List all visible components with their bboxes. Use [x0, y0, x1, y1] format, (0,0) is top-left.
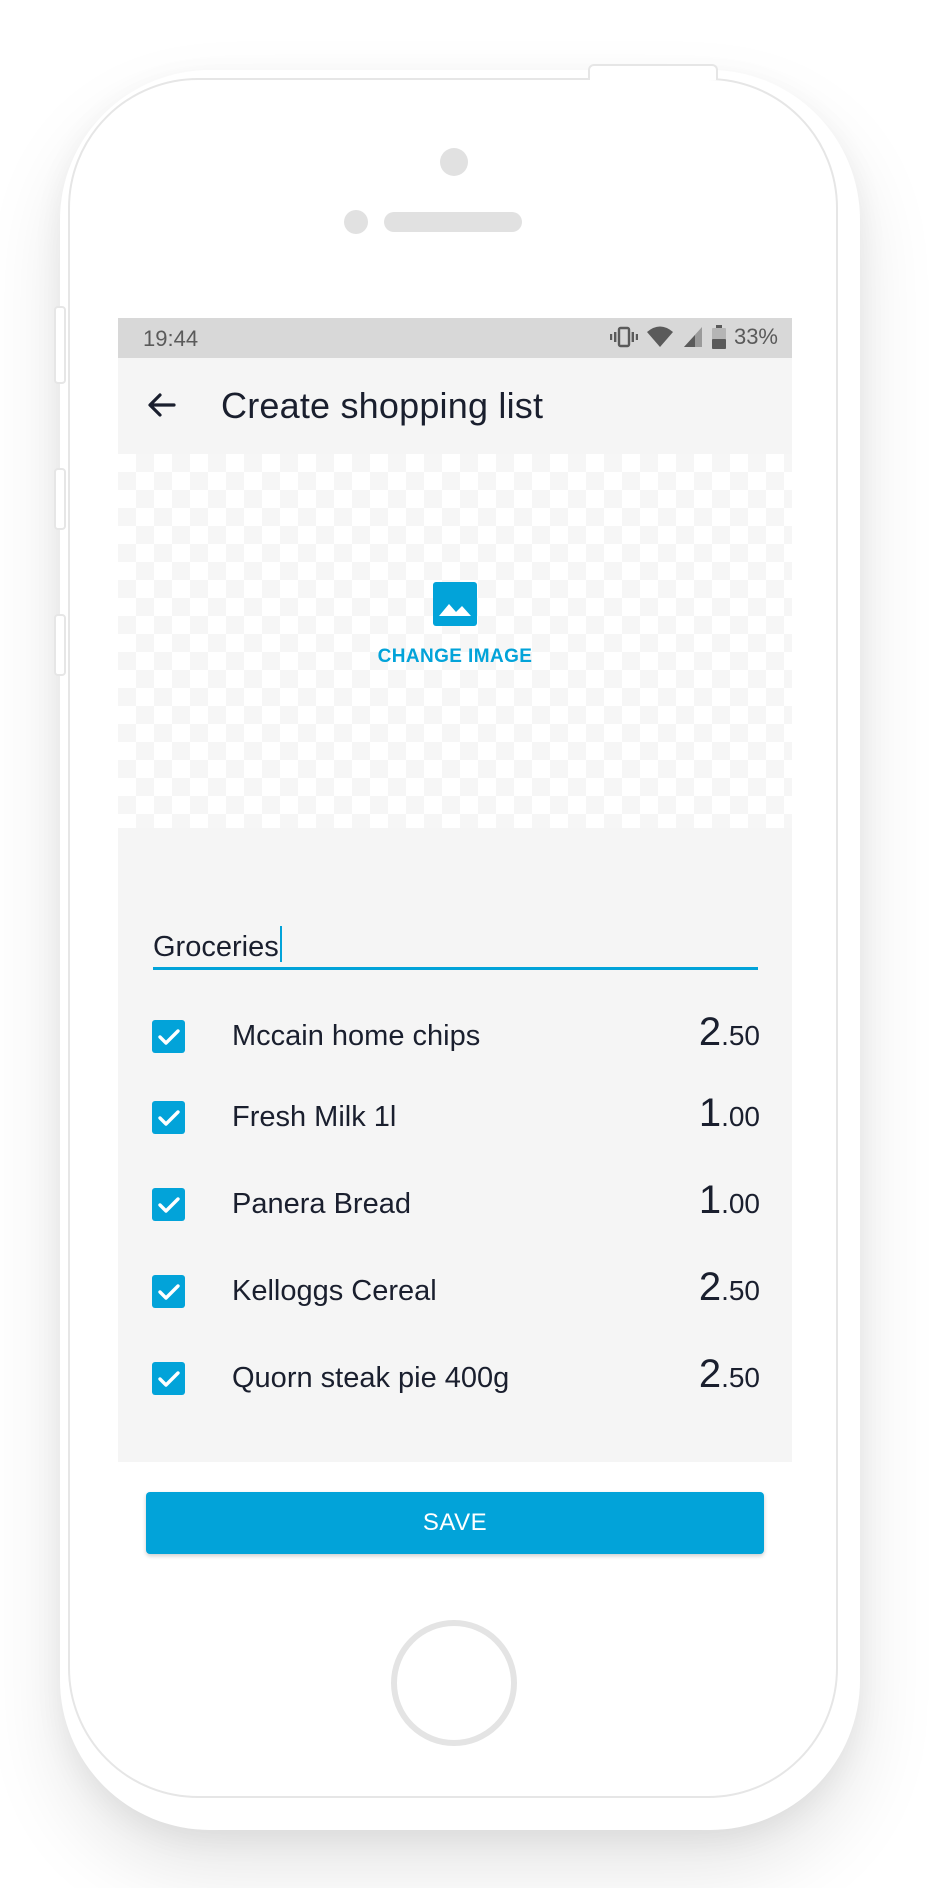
check-icon: [158, 1110, 180, 1126]
item-price: 2.50: [699, 1352, 760, 1397]
check-icon: [158, 1284, 180, 1300]
item-price-int: 2: [698, 1265, 722, 1309]
item-price: 2.50: [699, 1010, 760, 1055]
list-name-value: Groceries: [153, 931, 279, 963]
wifi-icon: [646, 326, 673, 347]
text-caret: [279, 926, 282, 962]
check-icon: [158, 1197, 180, 1213]
change-image-button[interactable]: CHANGE IMAGE: [355, 582, 555, 682]
list-item: Fresh Milk 1l 1.00: [118, 1089, 792, 1149]
signal-icon: [683, 327, 702, 347]
item-checkbox[interactable]: [152, 1020, 185, 1053]
vibrate-icon: [609, 326, 638, 348]
proximity-sensor: [344, 210, 368, 234]
check-icon: [158, 1371, 180, 1387]
status-time: 19:44: [143, 326, 199, 351]
item-price-int: 2: [698, 1352, 722, 1396]
item-price-dec: .00: [721, 1101, 760, 1132]
front-camera: [440, 148, 468, 176]
item-price: 1.00: [699, 1091, 760, 1136]
app-bar: Create shopping list: [118, 358, 792, 452]
item-price-dec: .00: [721, 1188, 760, 1219]
item-price: 2.50: [699, 1265, 760, 1310]
status-icons: 33%: [609, 324, 778, 350]
phone-screen: 19:44 33% Create shopping list CHANGE IM…: [118, 318, 792, 1560]
item-name: Mccain home chips: [232, 1020, 481, 1052]
earpiece-speaker: [384, 212, 522, 232]
change-image-label: CHANGE IMAGE: [377, 646, 533, 667]
item-price-int: 1: [698, 1178, 722, 1222]
list-item: Panera Bread 1.00: [118, 1176, 792, 1236]
item-name: Panera Bread: [232, 1188, 411, 1220]
item-checkbox[interactable]: [152, 1275, 185, 1308]
arrow-left-icon: [148, 393, 176, 417]
save-button[interactable]: SAVE: [146, 1492, 764, 1554]
item-price-dec: .50: [721, 1020, 760, 1051]
item-checkbox[interactable]: [152, 1188, 185, 1221]
battery-percent: 33%: [733, 324, 778, 349]
item-price: 1.00: [699, 1178, 760, 1223]
item-name: Quorn steak pie 400g: [232, 1362, 510, 1394]
image-icon: [433, 582, 477, 626]
item-price-int: 2: [698, 1010, 722, 1054]
list-item: Kelloggs Cereal 2.50: [118, 1263, 792, 1323]
item-price-dec: .50: [721, 1275, 760, 1306]
item-name: Fresh Milk 1l: [232, 1101, 397, 1133]
item-name: Kelloggs Cereal: [232, 1275, 437, 1307]
check-icon: [158, 1029, 180, 1045]
list-item: Mccain home chips 2.50: [118, 1008, 792, 1068]
volume-up-button: [54, 468, 66, 530]
item-checkbox[interactable]: [152, 1362, 185, 1395]
back-button[interactable]: [140, 383, 184, 427]
home-button[interactable]: [391, 1620, 517, 1746]
item-price-int: 1: [698, 1091, 722, 1135]
list-name-value-wrap: Groceries: [153, 926, 282, 964]
mute-switch: [54, 306, 66, 384]
battery-icon: [711, 325, 726, 349]
volume-down-button: [54, 614, 66, 676]
item-price-dec: .50: [721, 1362, 760, 1393]
item-checkbox[interactable]: [152, 1101, 185, 1134]
list-item: Quorn steak pie 400g 2.50: [118, 1350, 792, 1410]
status-bar: 19:44 33%: [118, 318, 792, 358]
list-name-input[interactable]: Groceries: [153, 918, 758, 970]
power-button: [588, 64, 718, 80]
page-title: Create shopping list: [221, 385, 544, 426]
list-image-area: CHANGE IMAGE: [118, 454, 792, 828]
